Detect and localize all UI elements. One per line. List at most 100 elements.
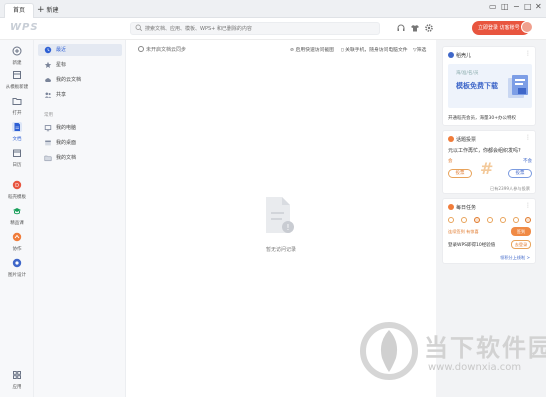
calendar-icon [13,149,21,157]
rail-label: 文档 [12,137,22,142]
checkin-note: 连续签到 有惊喜 [448,229,479,234]
sidebar-item-my-computer[interactable]: 我的电脑 [38,122,122,134]
rail-item-template-new[interactable]: 从模板新建 [0,70,34,90]
docer-logo-icon [448,52,454,58]
link-phone-button[interactable]: ▯ 关联手机，随身访问电脑文件 [341,46,408,53]
vote-yes-button[interactable]: 投票 [448,169,472,178]
sidebar-item-label: 共享 [56,92,67,98]
coin-icon [461,217,467,223]
rail-label: 精品课 [10,221,24,226]
coin-icon [448,217,454,223]
watermark-url: www.downxia.com [428,362,522,373]
rail-label: 稻壳模板 [8,195,26,200]
rail-label: 图片设计 [8,273,26,278]
rail-item-docer[interactable]: D 稻壳模板 [0,180,34,200]
vote-question: 元以工作再忙，你都会组织发吗? [448,148,521,154]
task-icon [448,204,454,210]
vote-area: 会 # 不会 投票 投票 [448,158,532,184]
star-icon [44,61,52,69]
cloud-icon [45,78,52,82]
hashtag-icon: # [480,159,494,178]
sidebar-item-cloud-docs[interactable]: 我的云文档 [38,74,122,86]
more-icon[interactable]: ⋮ [525,134,531,141]
course-icon [13,208,21,215]
template-banner[interactable]: 海/准/名/员 模板免费下载 [448,64,532,108]
sidebar: 最近 星标 我的云文档 共享 常用 ⋮ 我的电脑 我的桌面 我的文档 [34,40,150,397]
filter-button[interactable]: ▽筛选 [413,46,426,53]
sidebar-item-my-desktop[interactable]: 我的桌面 [38,137,122,149]
coin-icon [513,217,519,223]
avatar[interactable] [521,21,533,33]
close-icon[interactable]: ✕ [535,2,542,11]
sidebar-item-recent[interactable]: 最近 [38,44,122,56]
watermark-logo-icon [360,322,418,380]
docer-icon: D [12,180,22,190]
go-login-button[interactable]: 去登录 [511,240,531,249]
rail-label: 打开 [12,111,22,116]
search-input[interactable] [145,24,375,34]
plus-circle-icon [12,46,22,56]
rail-item-documents[interactable]: 文档 [0,122,34,142]
rail-item-share[interactable]: 协作 [0,232,34,252]
rail-item-open[interactable]: 打开 [0,96,34,116]
empty-document-icon: ! [266,197,294,233]
headset-icon[interactable] [396,23,406,33]
rail-label: 从模板新建 [5,85,29,90]
link-phone-label: 关联手机，随身访问电脑文件 [345,48,408,53]
left-rail: 新建 从模板新建 打开 文档 日历 D 稻壳模板 精品课 协作 图片设计 应用 [0,40,34,397]
tab-home[interactable]: 首页 [4,3,34,18]
watermark: 当下软件园 www.downxia.com [358,318,546,392]
sidebar-item-my-documents[interactable]: 我的文档 [38,152,122,164]
apps-icon [13,371,21,379]
quick-access-screenshot-button[interactable]: ⊘ 启用快速访问截图 [290,46,334,53]
window-layout-icon[interactable]: ▭ [489,2,497,11]
more-icon[interactable]: ⋮ [525,202,531,209]
search-box[interactable] [130,22,380,35]
window-pin-icon[interactable]: ◫ [501,2,509,11]
toolbar: WPS 立即登录 访客账号 [0,18,546,40]
rail-label: 新建 [12,61,22,66]
svg-text:!: ! [286,223,289,232]
vote-card: 话题投票 ⋮ 元以工作再忙，你都会组织发吗? 会 # 不会 投票 投票 已有23… [442,130,536,194]
crown-icon [474,217,480,223]
sidebar-item-shared[interactable]: 共享 [38,89,122,101]
people-icon [44,92,52,98]
vote-no-button[interactable]: 投票 [508,169,532,178]
rail-item-new[interactable]: 新建 [0,46,34,66]
gift-icon [525,217,531,223]
sidebar-item-label: 我的文档 [56,155,77,161]
watermark-title: 当下软件园 [424,334,546,362]
points-link[interactable]: 领积分上线啦 > [500,255,530,261]
tab-new-button[interactable]: + 新建 [37,3,59,18]
daily-card-title: 每日任务 [456,205,477,211]
search-icon [135,24,143,32]
rail-label: 协作 [12,247,22,252]
shirt-icon[interactable] [410,23,420,33]
rail-item-course[interactable]: 精品课 [0,206,34,226]
rail-item-apps[interactable]: 应用 [0,370,34,390]
template-icon [13,71,21,79]
template-promo-text: 开通稻壳会员，海量30+办公特权 [448,116,516,121]
mydocs-icon [44,155,52,162]
banner-subtitle: 海/准/名/员 [456,71,479,76]
more-icon[interactable]: ⋮ [525,50,531,57]
card-title: 话题投票 [448,136,476,143]
template-card[interactable]: 稻壳儿 ⋮ 海/准/名/员 模板免费下载 开通稻壳会员，海量30+办公特权 [442,46,536,126]
sidebar-item-starred[interactable]: 星标 [38,59,122,71]
wps-logo: WPS [10,22,39,33]
card-title: 稻壳儿 [448,52,471,59]
cloud-sync-status[interactable]: 未开启文档云同步 [138,46,186,53]
checkin-button[interactable]: 签到 [511,227,531,236]
vote-icon [448,136,454,142]
minimize-icon[interactable]: − [513,2,520,11]
vote-yes-label: 会 [448,159,453,164]
rail-item-calendar[interactable]: 日历 [0,148,34,168]
sync-text: 未开启文档云同步 [146,47,187,53]
sidebar-item-label: 星标 [56,62,67,68]
sidebar-item-label: 我的云文档 [56,77,82,83]
document-icon [12,122,22,132]
quick-access-label: 启用快速访问截图 [295,48,334,53]
rail-item-design[interactable]: 图片设计 [0,258,34,278]
maximize-icon[interactable]: □ [524,2,532,11]
gear-icon[interactable] [424,23,434,33]
